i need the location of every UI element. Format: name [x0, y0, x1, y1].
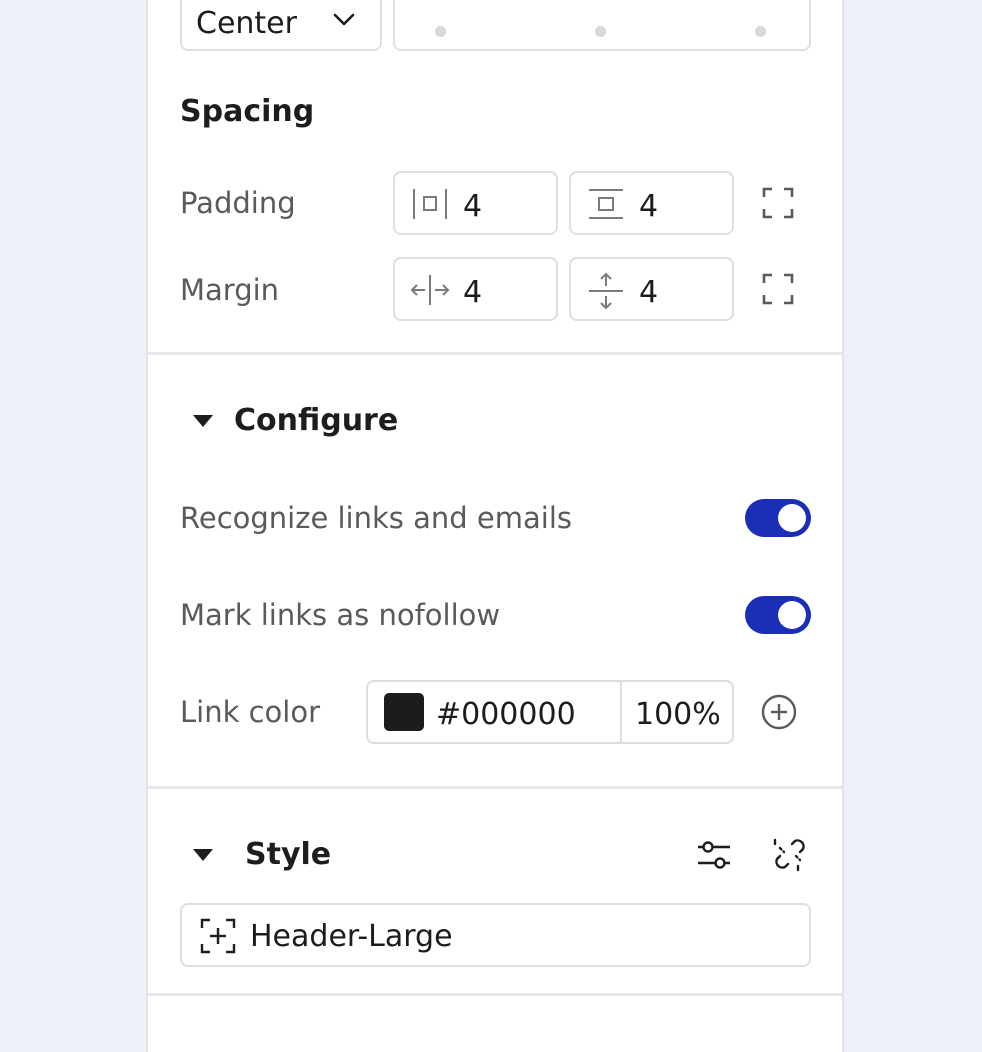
margin-vertical-field[interactable]: 4	[569, 257, 734, 321]
nofollow-label: Mark links as nofollow	[180, 598, 501, 632]
field-separator	[620, 682, 622, 742]
toggle-knob	[778, 504, 806, 532]
margin-horizontal-icon	[409, 273, 451, 307]
margin-horizontal-value: 4	[463, 275, 483, 310]
align-center-dot[interactable]	[595, 26, 606, 37]
unlink-icon[interactable]	[772, 836, 808, 872]
padding-label: Padding	[180, 186, 296, 220]
add-circle-icon[interactable]	[761, 694, 797, 730]
recognize-links-label: Recognize links and emails	[180, 501, 572, 535]
color-swatch[interactable]	[384, 693, 424, 731]
padding-vertical-field[interactable]: 4	[569, 171, 734, 235]
alignment-position-picker[interactable]	[393, 0, 811, 51]
caret-down-icon[interactable]	[192, 848, 214, 862]
section-divider	[148, 993, 842, 996]
caret-down-icon[interactable]	[192, 414, 214, 428]
link-color-field[interactable]: #000000 100%	[366, 680, 734, 744]
chevron-down-icon	[332, 12, 356, 28]
nofollow-toggle[interactable]	[745, 596, 811, 634]
align-left-dot[interactable]	[435, 26, 446, 37]
recognize-links-toggle[interactable]	[745, 499, 811, 537]
margin-vertical-icon	[587, 271, 625, 311]
margin-label: Margin	[180, 273, 280, 307]
expand-corners-icon[interactable]	[762, 187, 794, 219]
style-selected-value: Header-Large	[250, 919, 453, 954]
section-divider	[148, 786, 842, 789]
alignment-select-value: Center	[196, 6, 297, 41]
padding-horizontal-field[interactable]: 4	[393, 171, 558, 235]
style-heading[interactable]: Style	[245, 840, 331, 870]
padding-horizontal-value: 4	[463, 189, 483, 224]
style-add-icon	[200, 918, 236, 954]
margin-vertical-value: 4	[639, 275, 659, 310]
margin-horizontal-field[interactable]: 4	[393, 257, 558, 321]
alignment-select[interactable]: Center	[180, 0, 382, 51]
sliders-icon[interactable]	[696, 838, 732, 872]
padding-vertical-icon	[587, 187, 625, 221]
expand-corners-icon[interactable]	[762, 273, 794, 305]
section-divider	[148, 352, 842, 355]
style-select-field[interactable]: Header-Large	[180, 903, 811, 967]
link-color-opacity[interactable]: 100%	[635, 700, 721, 730]
configure-heading[interactable]: Configure	[234, 406, 398, 436]
padding-horizontal-icon	[411, 187, 449, 221]
link-color-hex[interactable]: #000000	[436, 700, 576, 730]
properties-panel: Center Spacing Padding 4 4 Margin 4 4 Co…	[146, 0, 844, 1052]
link-color-label: Link color	[180, 695, 321, 729]
padding-vertical-value: 4	[639, 189, 659, 224]
align-right-dot[interactable]	[755, 26, 766, 37]
spacing-heading: Spacing	[180, 94, 315, 129]
toggle-knob	[778, 601, 806, 629]
